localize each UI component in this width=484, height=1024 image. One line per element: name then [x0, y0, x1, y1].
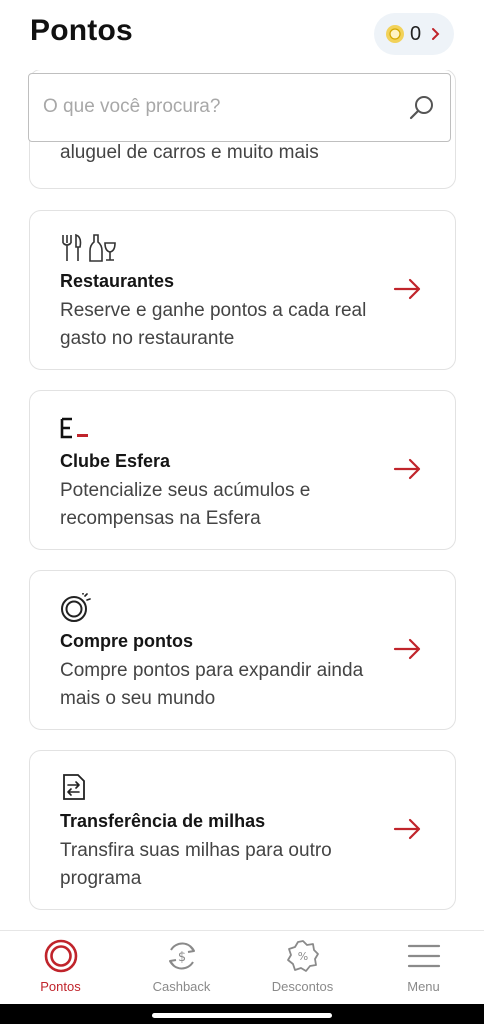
search-input[interactable]: [43, 92, 383, 122]
card-description: Transfira suas milhas para outro program…: [60, 840, 332, 889]
tab-label: Pontos: [40, 979, 81, 994]
arrow-right-icon[interactable]: [393, 277, 423, 301]
search-icon[interactable]: [408, 94, 436, 122]
system-home-area: [0, 1004, 484, 1024]
cashback-icon: $: [169, 942, 195, 970]
svg-text:%: %: [298, 950, 308, 963]
tab-label: Menu: [407, 979, 440, 994]
search-bar[interactable]: [28, 73, 451, 142]
card-transferencia-milhas[interactable]: Transferência de milhas Transfira suas m…: [29, 750, 456, 910]
coin-icon: [386, 25, 404, 43]
card-description: aluguel de carros e muito mais: [60, 142, 319, 163]
card-restaurantes[interactable]: Restaurantes Reserve e ganhe pontos a ca…: [29, 210, 456, 370]
tab-label: Descontos: [271, 979, 334, 994]
tab-label: Cashback: [152, 979, 211, 994]
tab-menu[interactable]: Menu: [363, 931, 484, 1005]
target-icon: [44, 939, 78, 973]
card-clube-esfera[interactable]: Clube Esfera Potencialize seus acúmulos …: [29, 390, 456, 550]
cutlery-wine-icon: [62, 233, 116, 262]
chevron-right-icon: [432, 28, 440, 40]
points-balance-value: 0: [410, 22, 422, 45]
home-indicator[interactable]: [152, 1013, 332, 1018]
card-title: Compre pontos: [60, 631, 193, 651]
card-description: Compre pontos para expandir ainda mais o…: [60, 660, 364, 709]
card-title: Restaurantes: [60, 271, 175, 291]
card-title: Clube Esfera: [60, 451, 171, 471]
card-description: Potencialize seus acúmulos e recompensas…: [60, 480, 311, 529]
arrow-right-icon[interactable]: [393, 637, 423, 661]
tab-cashback[interactable]: $ Cashback: [121, 931, 242, 1005]
hamburger-icon: [407, 944, 441, 968]
esfera-logo-icon: [60, 417, 88, 439]
points-balance-button[interactable]: 0: [374, 13, 454, 55]
arrow-right-icon[interactable]: [393, 457, 423, 481]
arrow-right-icon[interactable]: [393, 817, 423, 841]
transfer-icon: [63, 774, 85, 800]
app-header: Pontos 0: [0, 0, 484, 70]
bottom-tab-bar: Pontos $ Cashback % Descontos Menu: [0, 930, 484, 1004]
svg-text:$: $: [178, 950, 186, 965]
card-title: Transferência de milhas: [60, 811, 266, 831]
card-compre-pontos[interactable]: Compre pontos Compre pontos para expandi…: [29, 570, 456, 730]
tab-pontos[interactable]: Pontos: [0, 931, 121, 1005]
card-description: Reserve e ganhe pontos a cada real gasto…: [60, 300, 367, 349]
discount-badge-icon: %: [287, 940, 319, 972]
tab-descontos[interactable]: % Descontos: [242, 931, 363, 1005]
page-title: Pontos: [30, 14, 133, 47]
content-scroll-area[interactable]: aluguel de carros e muito mais Restauran…: [0, 70, 484, 930]
coin-sparkle-icon: [61, 593, 91, 622]
